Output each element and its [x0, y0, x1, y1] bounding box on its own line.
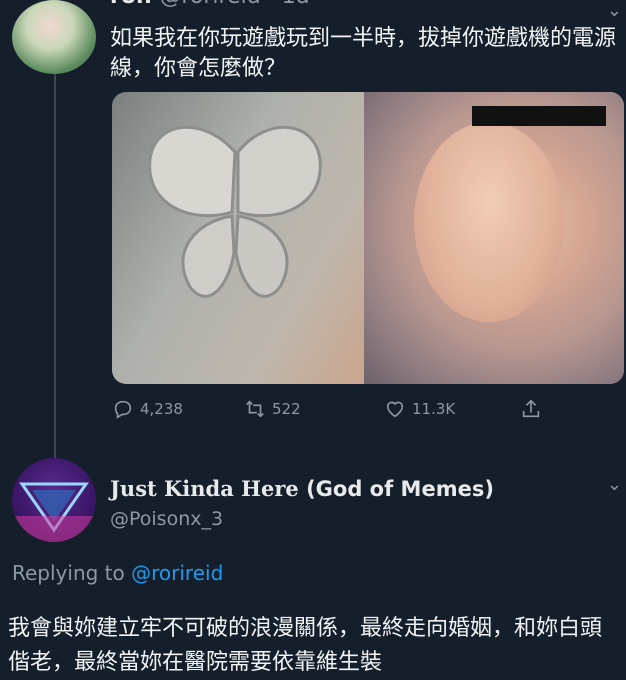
tweet-text: 我會與妳建立牢不可破的浪漫關係，最終走向婚姻，和妳白頭偕老，最終當妳在醫院需要依… [8, 616, 603, 675]
retweet-icon [246, 400, 264, 418]
chevron-down-icon[interactable]: ⌄ [607, 474, 622, 495]
avatar[interactable] [12, 0, 96, 74]
share-icon [522, 399, 540, 418]
thread-connector [54, 72, 56, 458]
reply-count: 4,238 [140, 400, 183, 418]
reply-action[interactable]: 4,238 [112, 398, 183, 420]
retweet-action[interactable]: 522 [244, 398, 301, 420]
reply-icon [114, 400, 132, 419]
replying-to: Replying to @rorireid [12, 561, 223, 585]
display-name-part: Just Kinda Here [110, 476, 299, 501]
photo-subject-face [414, 122, 564, 322]
replying-prefix: Replying to [12, 561, 132, 585]
like-count: 11.3K [412, 400, 456, 418]
mention-link[interactable]: @rorireid [131, 561, 223, 585]
author-meta: @rorireid · 1d [159, 0, 309, 9]
tweet-text: 如果我在你玩遊戲玩到一半時，拔掉你遊戲機的電源線，你會怎麼做？ [110, 26, 617, 81]
author-name[interactable]: Just Kinda Here (God of Memes) [110, 476, 494, 501]
display-name-suffix: (God of Memes) [298, 477, 494, 501]
chevron-down-icon[interactable]: ⌄ [607, 0, 622, 21]
tweet-actions: 4,238 522 11.3K [112, 398, 552, 424]
tweet-header: ron @rorireid · 1d [110, 0, 310, 9]
author-name[interactable]: ron [110, 0, 152, 9]
triangle-logo-icon [12, 482, 96, 542]
redaction-bar [472, 106, 606, 126]
avatar[interactable] [12, 458, 96, 542]
heart-icon [386, 401, 404, 418]
share-action[interactable] [520, 398, 542, 420]
author-handle[interactable]: @Poisonx_3 [110, 508, 223, 530]
like-action[interactable]: 11.3K [384, 398, 455, 420]
tweet-photo[interactable] [112, 92, 624, 384]
retweet-count: 522 [272, 400, 301, 418]
butterfly-decoration [148, 125, 322, 298]
